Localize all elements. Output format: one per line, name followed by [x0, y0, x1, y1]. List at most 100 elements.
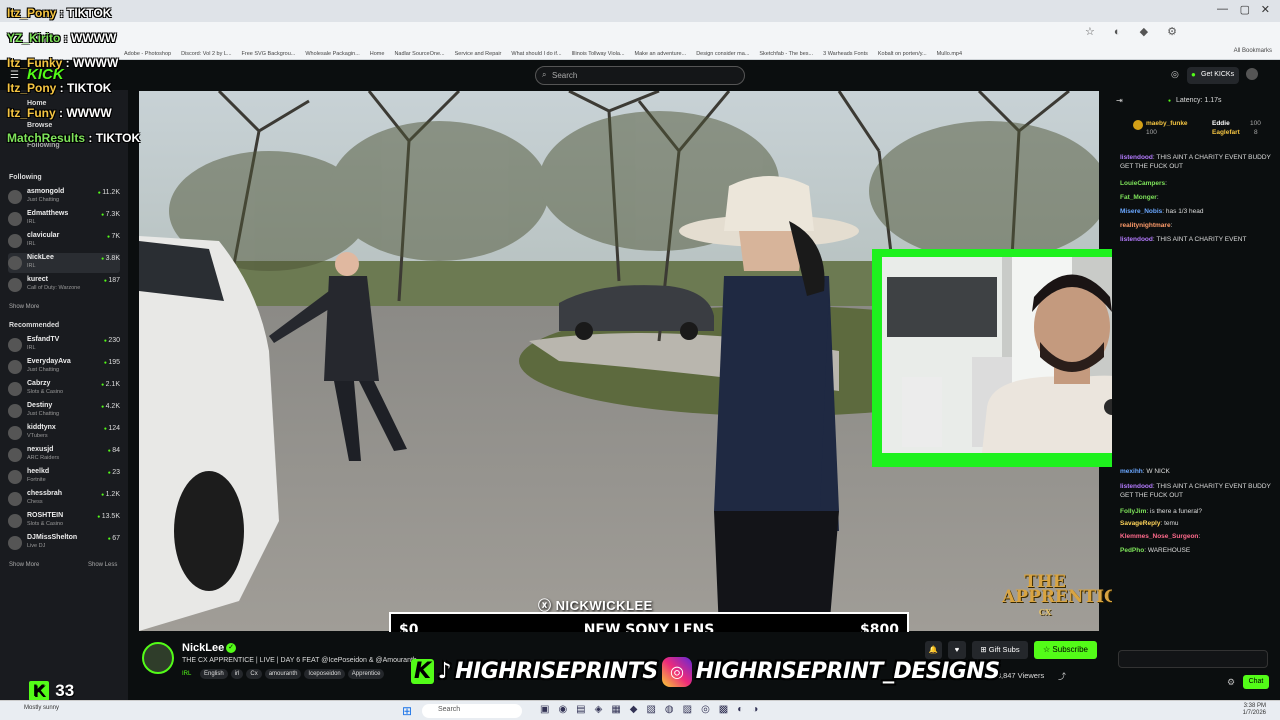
taskbar-app-icons[interactable]: ▣◉▤◈▦◆▧◍▨◎▩◐◑: [540, 704, 767, 715]
sidebar-channel-heelkd[interactable]: heelkd Fortnite 23: [8, 467, 120, 487]
nav-browse[interactable]: Browse: [27, 122, 52, 129]
bookmark-item[interactable]: Nadlar SourceOne...: [394, 45, 444, 59]
channel-avatar[interactable]: [142, 642, 174, 674]
bookmark-item[interactable]: What should I do if...: [511, 45, 561, 59]
chat-username[interactable]: LouieCampers: [1120, 180, 1165, 187]
bookmark-item[interactable]: Illinois Tollway Viola...: [572, 45, 625, 59]
sidebar-channel-destiny[interactable]: Destiny Just Chatting 4.2K: [8, 401, 120, 421]
sidebar-channel-asmongold[interactable]: asmongold Just Chatting 11.2K: [8, 187, 120, 207]
chat-username[interactable]: Fat_Monger: [1120, 194, 1157, 201]
viewer-count: 13.5K: [97, 513, 120, 520]
show-more-button-2[interactable]: Show More: [9, 562, 39, 568]
viewer-count-label: 3,847 Viewers: [996, 671, 1045, 680]
stream-tag[interactable]: amouranth: [264, 669, 302, 679]
chat-text: has 1/3 head: [1165, 208, 1204, 215]
minimize-icon[interactable]: —: [1217, 3, 1228, 15]
stream-tag[interactable]: Iceposeidon: [304, 669, 345, 679]
chat-username[interactable]: Klemmes_Nose_Surgeon: [1120, 533, 1198, 540]
channel-name: kurect: [27, 276, 49, 283]
chat-message: Fat_Monger:: [1120, 194, 1276, 203]
channel-category: Chess: [27, 499, 43, 505]
sidebar-channel-edmatthews[interactable]: Edmatthews IRL 7.3K: [8, 209, 120, 229]
chat-username[interactable]: listendood: [1120, 483, 1153, 490]
channel-category: Fortnite: [27, 477, 46, 483]
notifications-icon[interactable]: ◎: [1171, 69, 1179, 80]
kick-counter-logo: K: [29, 681, 50, 701]
show-less-button[interactable]: Show Less: [88, 562, 117, 568]
show-more-button[interactable]: Show More: [9, 304, 39, 310]
sidebar-channel-kiddtynx[interactable]: kiddtynx VTubers 124: [8, 423, 120, 443]
recommended-title: Recommended: [9, 322, 60, 329]
stream-title: THE CX APPRENTICE | LIVE | DAY 6 FEAT @I…: [182, 657, 417, 664]
subscribe-button[interactable]: ☆ Subscribe: [1034, 641, 1097, 659]
chat-send-button[interactable]: Chat: [1243, 675, 1269, 689]
chat-username[interactable]: SavageReply: [1120, 520, 1160, 527]
windows-start-icon[interactable]: ⊞: [402, 704, 412, 718]
chat-username[interactable]: listendood: [1120, 154, 1153, 161]
chat-settings-icon[interactable]: ⚙: [1227, 677, 1235, 688]
all-bookmarks-button[interactable]: All Bookmarks: [1234, 42, 1272, 59]
bookmark-item[interactable]: Home: [370, 45, 385, 59]
close-icon[interactable]: ✕: [1261, 3, 1270, 16]
chat-username[interactable]: listendood: [1120, 236, 1153, 243]
sidebar-channel-everydayava[interactable]: EverydayAva Just Chatting 195: [8, 357, 120, 377]
sidebar-channel-nicklee[interactable]: NickLee IRL 3.8K: [8, 253, 120, 273]
windows-taskbar: Mostly sunny ⊞ Search ▣◉▤◈▦◆▧◍▨◎▩◐◑ 3:38…: [0, 700, 1280, 720]
chat-username[interactable]: PedPho: [1120, 547, 1144, 554]
channel-name: asmongold: [27, 188, 65, 195]
bookmark-item[interactable]: Make an adventure...: [635, 45, 687, 59]
viewer-count: 23: [108, 469, 120, 476]
bookmark-item[interactable]: Wholesale Packagin...: [305, 45, 359, 59]
sidebar-channel-clavicular[interactable]: clavicular IRL 7K: [8, 231, 120, 251]
taskbar-clock[interactable]: 3:38 PM 1/7/2026: [1243, 703, 1266, 717]
bookmark-item[interactable]: Free SVG Backgrou...: [242, 45, 296, 59]
chat-input[interactable]: [1118, 650, 1268, 668]
menu-icon[interactable]: ☰: [10, 70, 19, 81]
stream-tag[interactable]: irl: [230, 669, 244, 679]
kick-logo[interactable]: KICK: [27, 66, 64, 83]
overlay-chat-separator: :: [85, 131, 96, 145]
taskbar-search[interactable]: Search: [422, 704, 522, 718]
browser-address-bar[interactable]: ☆ ◐ ◆ ⚙: [0, 22, 1280, 42]
bookmark-item[interactable]: 3 Warheads Fonts: [823, 45, 868, 59]
bookmark-item[interactable]: Adobe - Photoshop: [124, 45, 171, 59]
maximize-icon[interactable]: ▢: [1240, 3, 1250, 16]
share-icon[interactable]: ⤴: [1058, 671, 1066, 682]
stream-tag[interactable]: English: [200, 669, 228, 679]
collapse-chat-icon[interactable]: ⇥: [1116, 96, 1123, 105]
get-kicks-button[interactable]: Get KICKs: [1187, 67, 1239, 84]
bookmark-item[interactable]: Sketchfab - The bes...: [759, 45, 813, 59]
weather-widget[interactable]: Mostly sunny: [24, 705, 59, 711]
bookmark-item[interactable]: Mullo.mp4: [937, 45, 962, 59]
channel-name[interactable]: NickLee: [182, 642, 224, 654]
chat-panel: ⇥ ● Latency: 1.17s maeby_funke 100 Eddie…: [1112, 90, 1280, 700]
channel-name: EsfandTV: [27, 336, 60, 343]
bookmark-item[interactable]: Service and Repair: [455, 45, 502, 59]
bookmark-item[interactable]: Kobalt on porten/y...: [878, 45, 927, 59]
bookmark-item[interactable]: Design consider ma...: [696, 45, 749, 59]
sidebar-channel-djmissshelton[interactable]: DJMissShelton Live DJ 67: [8, 533, 120, 553]
chat-username[interactable]: Misere_Nobis: [1120, 208, 1162, 215]
bookmark-item[interactable]: Discord: Vol 2 by L...: [181, 45, 231, 59]
stream-tag[interactable]: Cx: [246, 669, 262, 679]
sidebar-channel-cabrzy[interactable]: Cabrzy Slots & Casino 2.1K: [8, 379, 120, 399]
chat-username[interactable]: mexihh: [1120, 468, 1143, 475]
overlay-chat-line: Itz_Funy : WWWW: [7, 106, 112, 120]
chat-username[interactable]: FollyJim: [1120, 508, 1146, 515]
browser-extension-icons[interactable]: ☆ ◐ ◆ ⚙: [1085, 25, 1185, 38]
sidebar-channel-chessbrah[interactable]: chessbrah Chess 1.2K: [8, 489, 120, 509]
category-link[interactable]: IRL: [182, 669, 195, 679]
sidebar-channel-nexusjd[interactable]: nexusjd ARC Raiders 84: [8, 445, 120, 465]
avatar[interactable]: [1246, 68, 1258, 80]
sidebar-channel-roshtein[interactable]: ROSHTEIN Slots & Casino 13.5K: [8, 511, 120, 531]
sidebar-channel-esfandtv[interactable]: EsfandTV IRL 230: [8, 335, 120, 355]
apprentice-logo-sub: CX: [1038, 607, 1052, 617]
search-input[interactable]: ⌕ Search: [535, 66, 745, 85]
chat-message: mexihh: W NICK: [1120, 468, 1276, 477]
tiktok-icon: ♪: [437, 659, 452, 684]
sidebar-channel-kurect[interactable]: kurect Call of Duty: Warzone 187: [8, 275, 120, 295]
chat-username[interactable]: realitynightmare: [1120, 222, 1171, 229]
stream-tag[interactable]: Apprentice: [347, 669, 385, 679]
taskbar-search-label: Search: [438, 706, 461, 713]
viewer-count: 67: [108, 535, 120, 542]
